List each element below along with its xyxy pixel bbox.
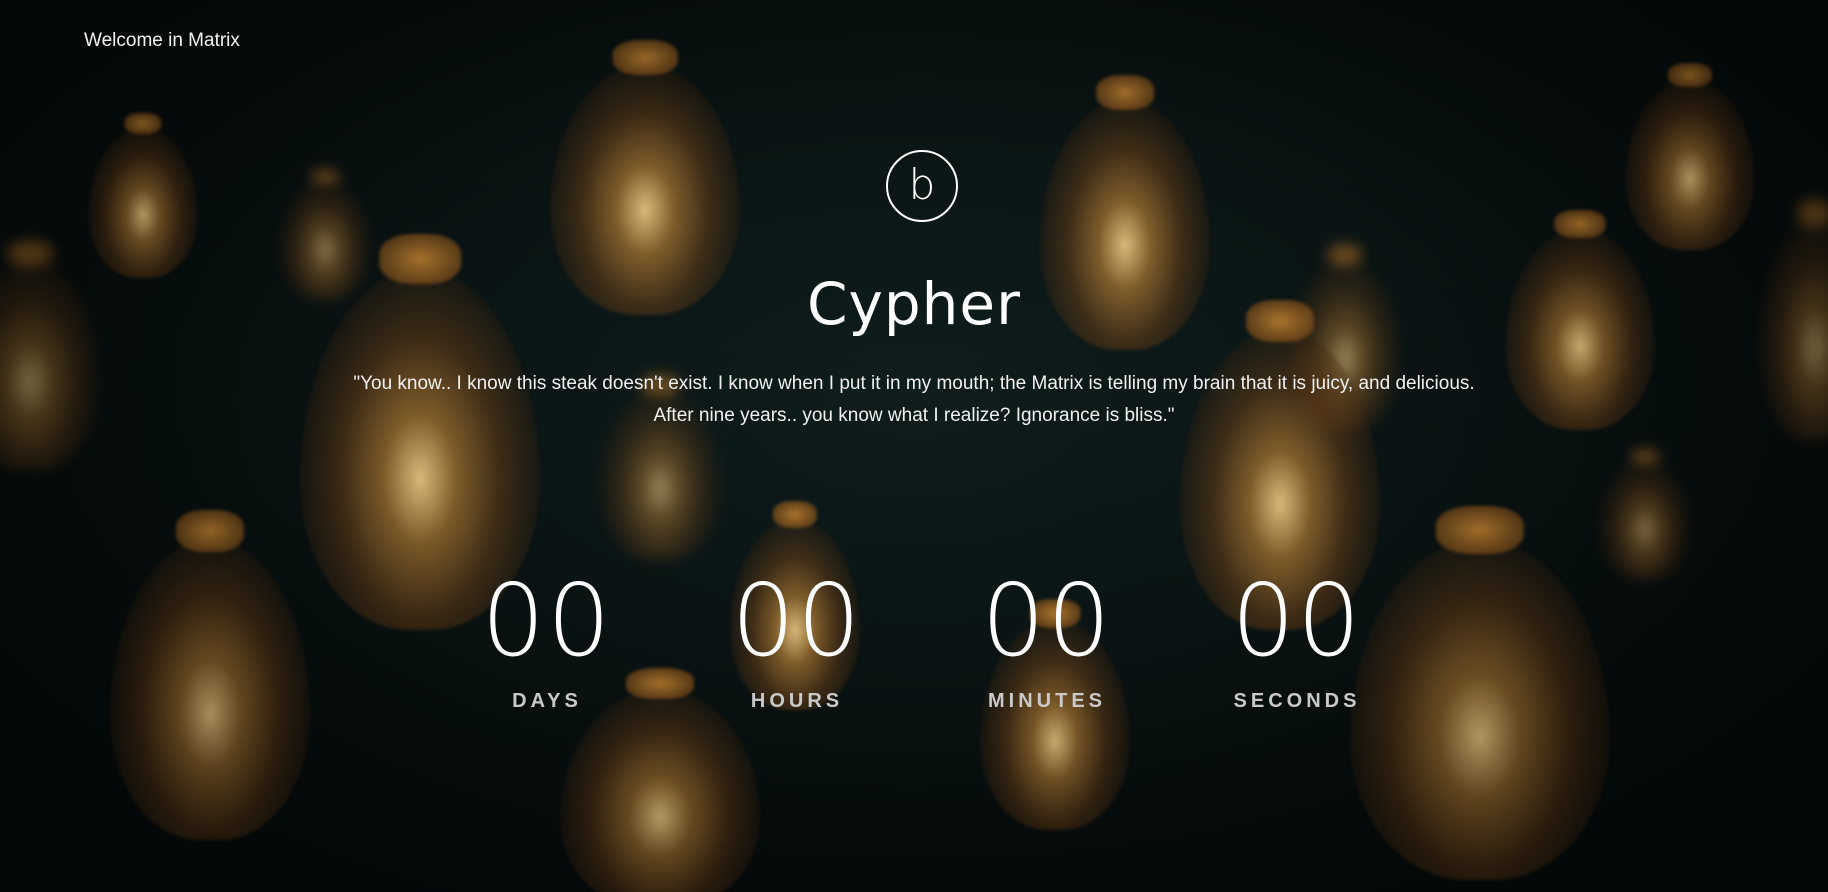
content: Welcome in Matrix b Cypher "You know.. I…	[0, 0, 1828, 892]
days-value: 00	[481, 562, 613, 679]
page: Welcome in Matrix b Cypher "You know.. I…	[0, 0, 1828, 892]
countdown-seconds: 00 SECONDS	[1187, 566, 1407, 713]
hours-label: HOURS	[750, 690, 844, 712]
countdown-minutes: 00 MINUTES	[937, 566, 1157, 713]
countdown-days: 00 DAYS	[437, 566, 657, 713]
countdown-hours: 00 HOURS	[687, 566, 907, 713]
quote-line-2: After nine years.. you know what I reali…	[653, 405, 1175, 426]
minutes-label: MINUTES	[988, 690, 1106, 712]
welcome-text: Welcome in Matrix	[84, 30, 240, 51]
minutes-value: 00	[981, 562, 1113, 679]
hours-value: 00	[731, 562, 863, 679]
quote: "You know.. I know this steak doesn't ex…	[300, 368, 1528, 432]
countdown: 00 DAYS 00 HOURS 00 MINUTES 00 SECONDS	[0, 566, 1828, 726]
logo-letter: b	[908, 160, 936, 209]
quote-line-1: "You know.. I know this steak doesn't ex…	[353, 373, 1475, 394]
seconds-value: 00	[1231, 562, 1363, 679]
page-title: Cypher	[807, 270, 1021, 338]
logo: b	[886, 150, 958, 222]
days-label: DAYS	[512, 690, 582, 712]
seconds-label: SECONDS	[1233, 690, 1361, 712]
